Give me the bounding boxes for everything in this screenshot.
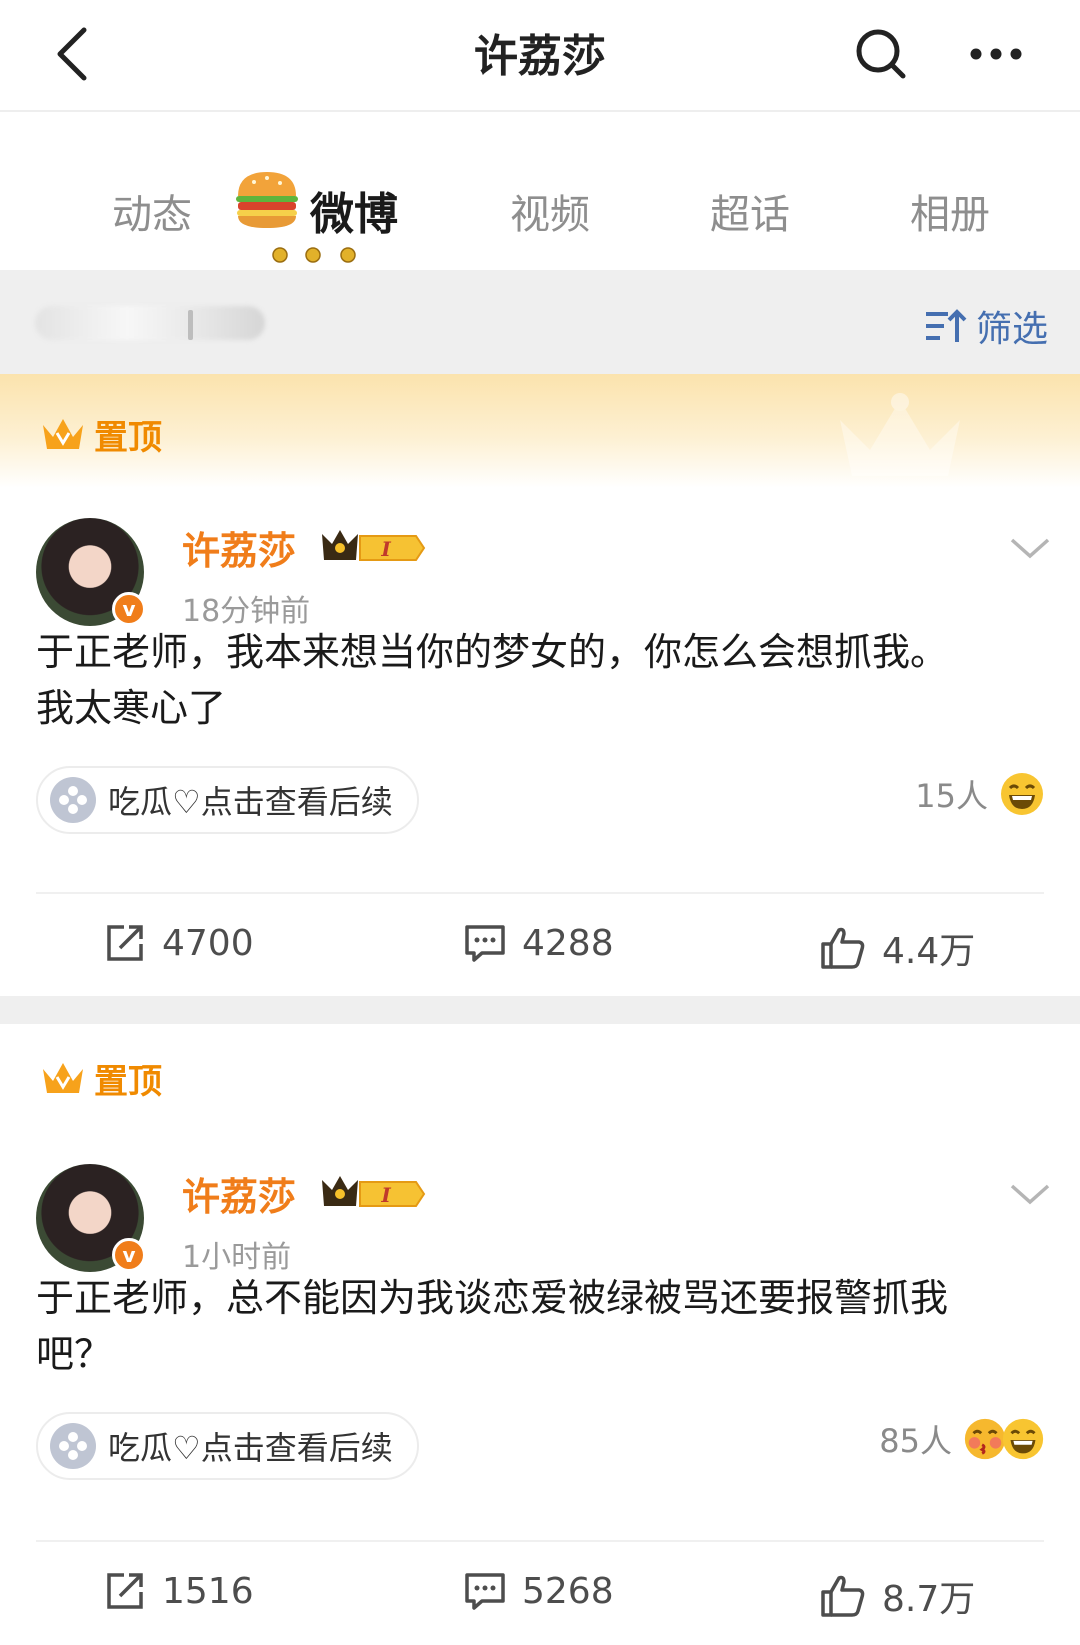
filter-icon	[926, 309, 967, 342]
blurred-divider	[188, 310, 193, 340]
like-button[interactable]: 4.4万	[820, 922, 975, 974]
flower-icon	[50, 777, 96, 823]
filter-label: 筛选	[976, 309, 1049, 350]
post-content: 于正老师，总不能因为我谈恋爱被绿被骂还要报警抓我 吧？	[36, 1270, 1050, 1382]
thumbs-up-icon	[821, 927, 865, 969]
tab-album[interactable]: 相册	[910, 182, 990, 240]
post-card[interactable]: v 许荔莎 I 18分钟前 于正老师，我本来想当你的梦女的，你怎么会想抓我。 我…	[0, 488, 1080, 996]
pinned-label: 置顶	[40, 410, 162, 459]
tab-video[interactable]: 视频	[510, 182, 590, 240]
profile-tabs: 动态 微博 视频 超话 相册	[0, 112, 1080, 270]
repost-button[interactable]: 4700	[104, 922, 254, 964]
page-title: 许荔莎	[474, 31, 606, 82]
chevron-down-icon[interactable]	[1006, 534, 1054, 564]
svg-text:I: I	[380, 537, 391, 561]
comment-button[interactable]: 5268	[464, 1570, 614, 1612]
vip-badge-icon: I	[322, 530, 426, 561]
username[interactable]: 许荔莎	[182, 520, 296, 575]
thumbs-up-icon	[821, 1575, 865, 1617]
repost-button[interactable]: 1516	[104, 1570, 254, 1612]
post-content: 于正老师，我本来想当你的梦女的，你怎么会想抓我。 我太寒心了	[36, 624, 1050, 736]
content-line: 吧？	[36, 1332, 113, 1376]
section-separator	[0, 996, 1080, 1024]
more-options-icon[interactable]	[956, 18, 1036, 90]
topic-chip[interactable]: 吃瓜♡点击查看后续	[36, 1412, 419, 1480]
pinned-banner: 置顶	[0, 1024, 1080, 1124]
divider	[36, 892, 1044, 894]
filter-bar: 筛选	[0, 270, 1080, 374]
reaction-summary[interactable]: 15人	[915, 770, 1046, 818]
chevron-down-icon[interactable]	[1006, 1180, 1054, 1210]
laughing-emoji-icon	[1002, 1418, 1044, 1460]
pinned-banner: 置顶	[0, 374, 1080, 488]
content-line: 于正老师，总不能因为我谈恋爱被绿被骂还要报警抓我	[36, 1276, 949, 1320]
tab-super-topic[interactable]: 超话	[710, 182, 790, 240]
top-nav-bar: 许荔莎	[0, 0, 1080, 112]
filter-button[interactable]: 筛选	[924, 300, 1048, 352]
comment-button[interactable]: 4288	[464, 922, 614, 964]
coin-indicator-icon	[272, 247, 356, 263]
crown-watermark-icon	[840, 393, 960, 476]
crown-icon	[43, 1062, 83, 1093]
repost-icon	[107, 1573, 143, 1609]
comment-icon	[465, 925, 505, 962]
crown-icon	[43, 418, 83, 449]
tab-weibo[interactable]: 微博	[310, 178, 398, 242]
flower-icon	[50, 1423, 96, 1469]
verified-badge-icon: v	[112, 592, 146, 626]
topic-chip[interactable]: 吃瓜♡点击查看后续	[36, 766, 419, 834]
reaction-summary[interactable]: 85人	[879, 1416, 1046, 1462]
search-icon[interactable]	[845, 18, 917, 90]
tab-dynamic[interactable]: 动态	[112, 182, 192, 240]
burger-icon	[236, 172, 298, 228]
reaction-emojis	[962, 1416, 1046, 1462]
content-line: 于正老师，我本来想当你的梦女的，你怎么会想抓我。	[36, 630, 949, 674]
pinned-label: 置顶	[40, 1054, 162, 1103]
content-line: 我太寒心了	[36, 686, 227, 730]
vip-badge-icon: I	[322, 1176, 426, 1207]
like-button[interactable]: 8.7万	[820, 1570, 975, 1622]
divider	[36, 1540, 1044, 1542]
laughing-emoji-icon	[1001, 773, 1043, 815]
verified-badge-icon: v	[112, 1238, 146, 1272]
blurred-search-field[interactable]	[35, 306, 265, 340]
comment-icon	[465, 1573, 505, 1610]
post-card[interactable]: v 许荔莎 I 1小时前 于正老师，总不能因为我谈恋爱被绿被骂还要报警抓我 吧？…	[0, 1124, 1080, 1645]
svg-text:I: I	[380, 1183, 391, 1207]
repost-icon	[107, 925, 143, 961]
username[interactable]: 许荔莎	[182, 1166, 296, 1221]
